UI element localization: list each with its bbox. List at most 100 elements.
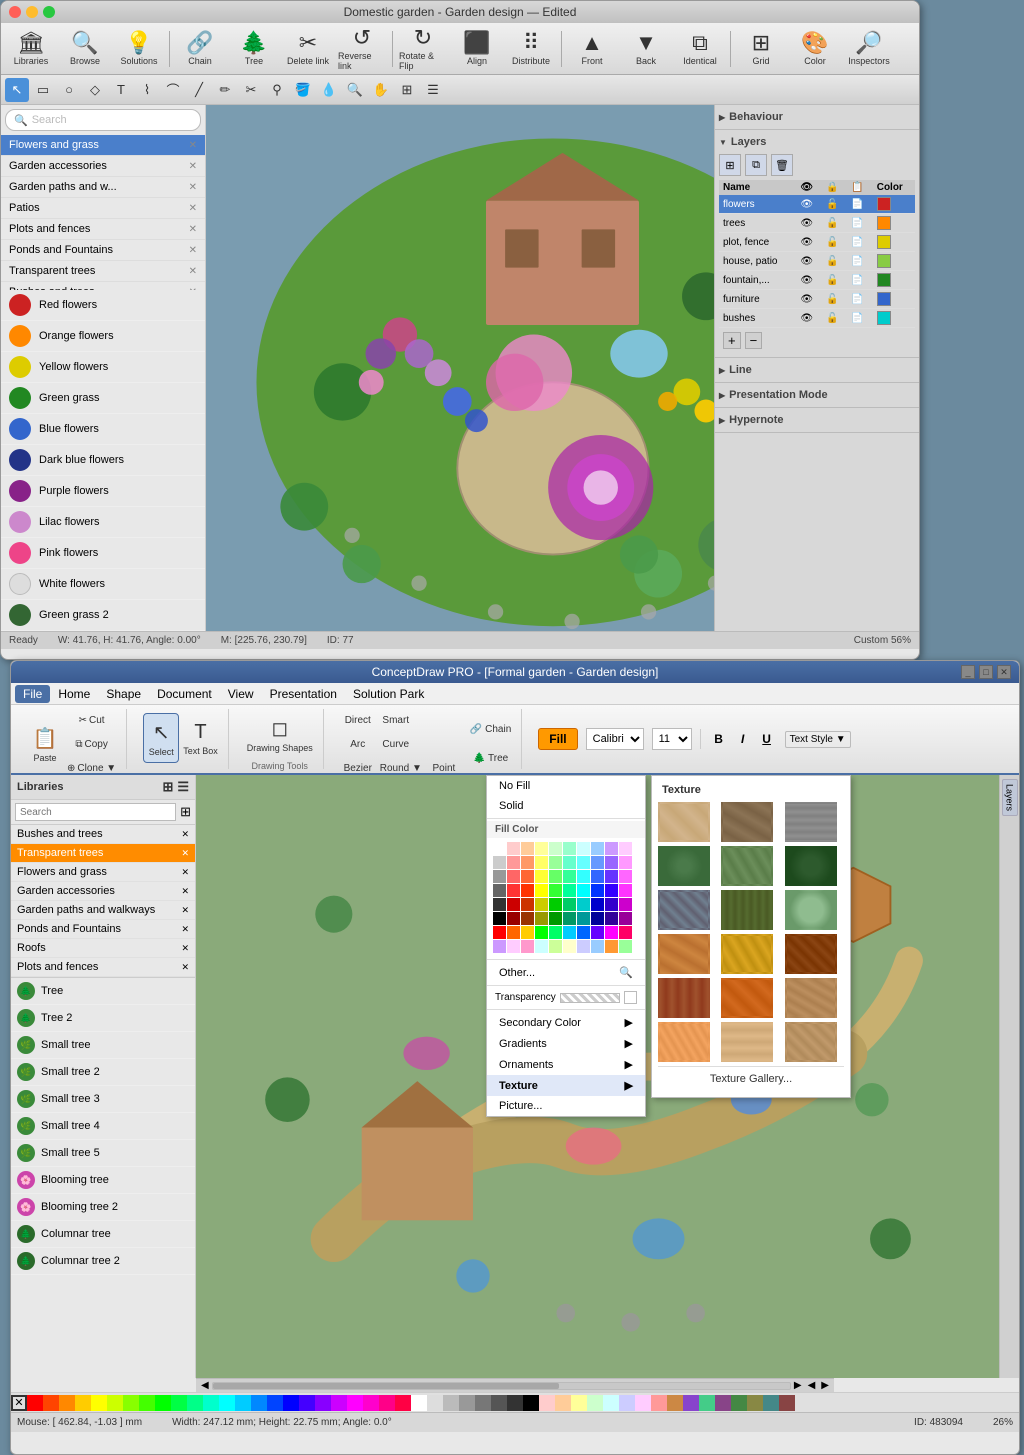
color-cell[interactable] — [507, 898, 520, 911]
color-cell[interactable] — [493, 870, 506, 883]
secondary-color-btn[interactable]: Secondary Color ▶ — [487, 1012, 645, 1033]
layer-bushes-print[interactable]: 📄 — [851, 313, 863, 324]
toolbar-front[interactable]: ▲ Front — [566, 25, 618, 73]
direct-btn[interactable]: Direct — [340, 709, 376, 731]
curve-btn[interactable]: Curve — [378, 733, 414, 755]
lib-cat-plots-close[interactable]: ✕ — [181, 962, 189, 973]
toolbar-solutions[interactable]: 💡 Solutions — [113, 25, 165, 73]
scroll-right2-btn[interactable]: ▶ — [818, 1380, 832, 1391]
palette-color[interactable] — [251, 1395, 267, 1411]
color-cell[interactable] — [521, 856, 534, 869]
grid-tool[interactable]: ⊞ — [395, 78, 419, 102]
lib-cat-transparent-close[interactable]: ✕ — [181, 848, 189, 859]
color-cell[interactable] — [535, 884, 548, 897]
shape-pink-flowers[interactable]: Pink flowers — [1, 538, 205, 569]
color-cell[interactable] — [619, 912, 632, 925]
palette-color[interactable] — [315, 1395, 331, 1411]
layer-copy-btn[interactable]: ⧉ — [745, 154, 767, 176]
line-header[interactable]: ▶ Line — [719, 362, 915, 378]
layer-plot-fence-eye[interactable]: 👁 — [800, 237, 813, 248]
lib-cat-paths[interactable]: Garden paths and walkways ✕ — [11, 901, 195, 920]
lib-cat-roofs[interactable]: Roofs ✕ — [11, 939, 195, 958]
texture-cell-15[interactable] — [658, 1022, 710, 1062]
shape-yellow-flowers[interactable]: Yellow flowers — [1, 352, 205, 383]
magnet-tool[interactable]: ⚲ — [265, 78, 289, 102]
layer-trees-eye[interactable]: 👁 — [800, 218, 813, 229]
cat-close-icon-3[interactable]: ✕ — [189, 182, 197, 193]
presentation-header[interactable]: ▶ Presentation Mode — [719, 387, 915, 403]
rect-tool[interactable]: ▭ — [31, 78, 55, 102]
behaviour-header[interactable]: ▶ Behaviour — [719, 109, 915, 125]
menu-home[interactable]: Home — [50, 685, 98, 703]
palette-color[interactable] — [331, 1395, 347, 1411]
palette-color[interactable] — [747, 1395, 763, 1411]
select-btn[interactable]: ↖ Select — [143, 713, 179, 763]
layer-furniture-lock[interactable]: 🔓 — [826, 294, 838, 305]
palette-color[interactable] — [43, 1395, 59, 1411]
color-cell[interactable] — [535, 912, 548, 925]
cat-ponds-fountains[interactable]: Ponds and Fountains ✕ — [1, 240, 205, 261]
layers-tab[interactable]: Layers — [1002, 779, 1018, 816]
color-cell[interactable] — [521, 884, 534, 897]
lib-item-small-tree4[interactable]: 🌿 Small tree 4 — [11, 1113, 195, 1140]
layer-flowers-print[interactable]: 📄 — [851, 199, 863, 210]
color-cell[interactable] — [507, 856, 520, 869]
color-cell[interactable] — [535, 940, 548, 953]
palette-color[interactable] — [107, 1395, 123, 1411]
color-cell[interactable] — [619, 940, 632, 953]
palette-color[interactable] — [299, 1395, 315, 1411]
color-cell[interactable] — [577, 926, 590, 939]
lib-cat-accessories-close[interactable]: ✕ — [181, 886, 189, 897]
color-cell[interactable] — [563, 884, 576, 897]
color-cell[interactable] — [507, 870, 520, 883]
toolbar-back[interactable]: ▼ Back — [620, 25, 672, 73]
palette-color[interactable] — [699, 1395, 715, 1411]
paste-btn[interactable]: 📋 Paste — [27, 719, 63, 769]
palette-color[interactable] — [427, 1395, 443, 1411]
toolbar-libraries[interactable]: 🏛 Libraries — [5, 25, 57, 73]
ornaments-btn[interactable]: Ornaments ▶ — [487, 1054, 645, 1075]
win-restore[interactable]: □ — [979, 665, 993, 679]
palette-color[interactable] — [683, 1395, 699, 1411]
color-cell[interactable] — [563, 856, 576, 869]
tree-conn-btn[interactable]: 🌲 Tree — [468, 746, 513, 771]
bucket-tool[interactable]: 🪣 — [291, 78, 315, 102]
arc-btn[interactable]: Arc — [340, 733, 376, 755]
color-cell[interactable] — [507, 926, 520, 939]
lib-item-blooming-tree2[interactable]: 🌸 Blooming tree 2 — [11, 1194, 195, 1221]
color-cell[interactable] — [521, 898, 534, 911]
palette-color[interactable] — [539, 1395, 555, 1411]
color-cell[interactable] — [563, 898, 576, 911]
color-cell[interactable] — [591, 912, 604, 925]
color-cell[interactable] — [507, 912, 520, 925]
color-cell[interactable] — [605, 856, 618, 869]
texture-cell-0[interactable] — [658, 802, 710, 842]
cat-flowers-grass[interactable]: Flowers and grass ✕ — [1, 135, 205, 156]
layer-minus-btn[interactable]: − — [745, 332, 763, 349]
menu-presentation[interactable]: Presentation — [262, 685, 345, 703]
shape-lilac-flowers[interactable]: Lilac flowers — [1, 507, 205, 538]
fill-btn[interactable]: Fill — [538, 728, 577, 750]
color-cell[interactable] — [493, 898, 506, 911]
lib-item-small-tree3[interactable]: 🌿 Small tree 3 — [11, 1086, 195, 1113]
color-cell[interactable] — [521, 842, 534, 855]
layer-fountain-color[interactable] — [877, 273, 891, 287]
color-cell[interactable] — [521, 912, 534, 925]
texture-gallery-btn[interactable]: Texture Gallery... — [658, 1066, 844, 1091]
lib-item-blooming-tree[interactable]: 🌸 Blooming tree — [11, 1167, 195, 1194]
layer-fountain-print[interactable]: 📄 — [851, 275, 863, 286]
layer-trees-lock[interactable]: 🔓 — [826, 218, 838, 229]
scroll-track[interactable] — [212, 1382, 791, 1390]
layer-house-patio[interactable]: house, patio 👁 🔓 📄 — [719, 252, 915, 271]
color-cell[interactable] — [577, 856, 590, 869]
palette-color[interactable] — [603, 1395, 619, 1411]
font-family-select[interactable]: Calibri — [586, 728, 644, 750]
layer-furniture-print[interactable]: 📄 — [851, 294, 863, 305]
cat-garden-paths[interactable]: Garden paths and w... ✕ — [1, 177, 205, 198]
texture-cell-4[interactable] — [721, 846, 773, 886]
color-cell[interactable] — [619, 898, 632, 911]
layer-trees[interactable]: trees 👁 🔓 📄 — [719, 214, 915, 233]
select-tool[interactable]: ↖ — [5, 78, 29, 102]
layer-house-patio-color[interactable] — [877, 254, 891, 268]
palette-color[interactable] — [411, 1395, 427, 1411]
